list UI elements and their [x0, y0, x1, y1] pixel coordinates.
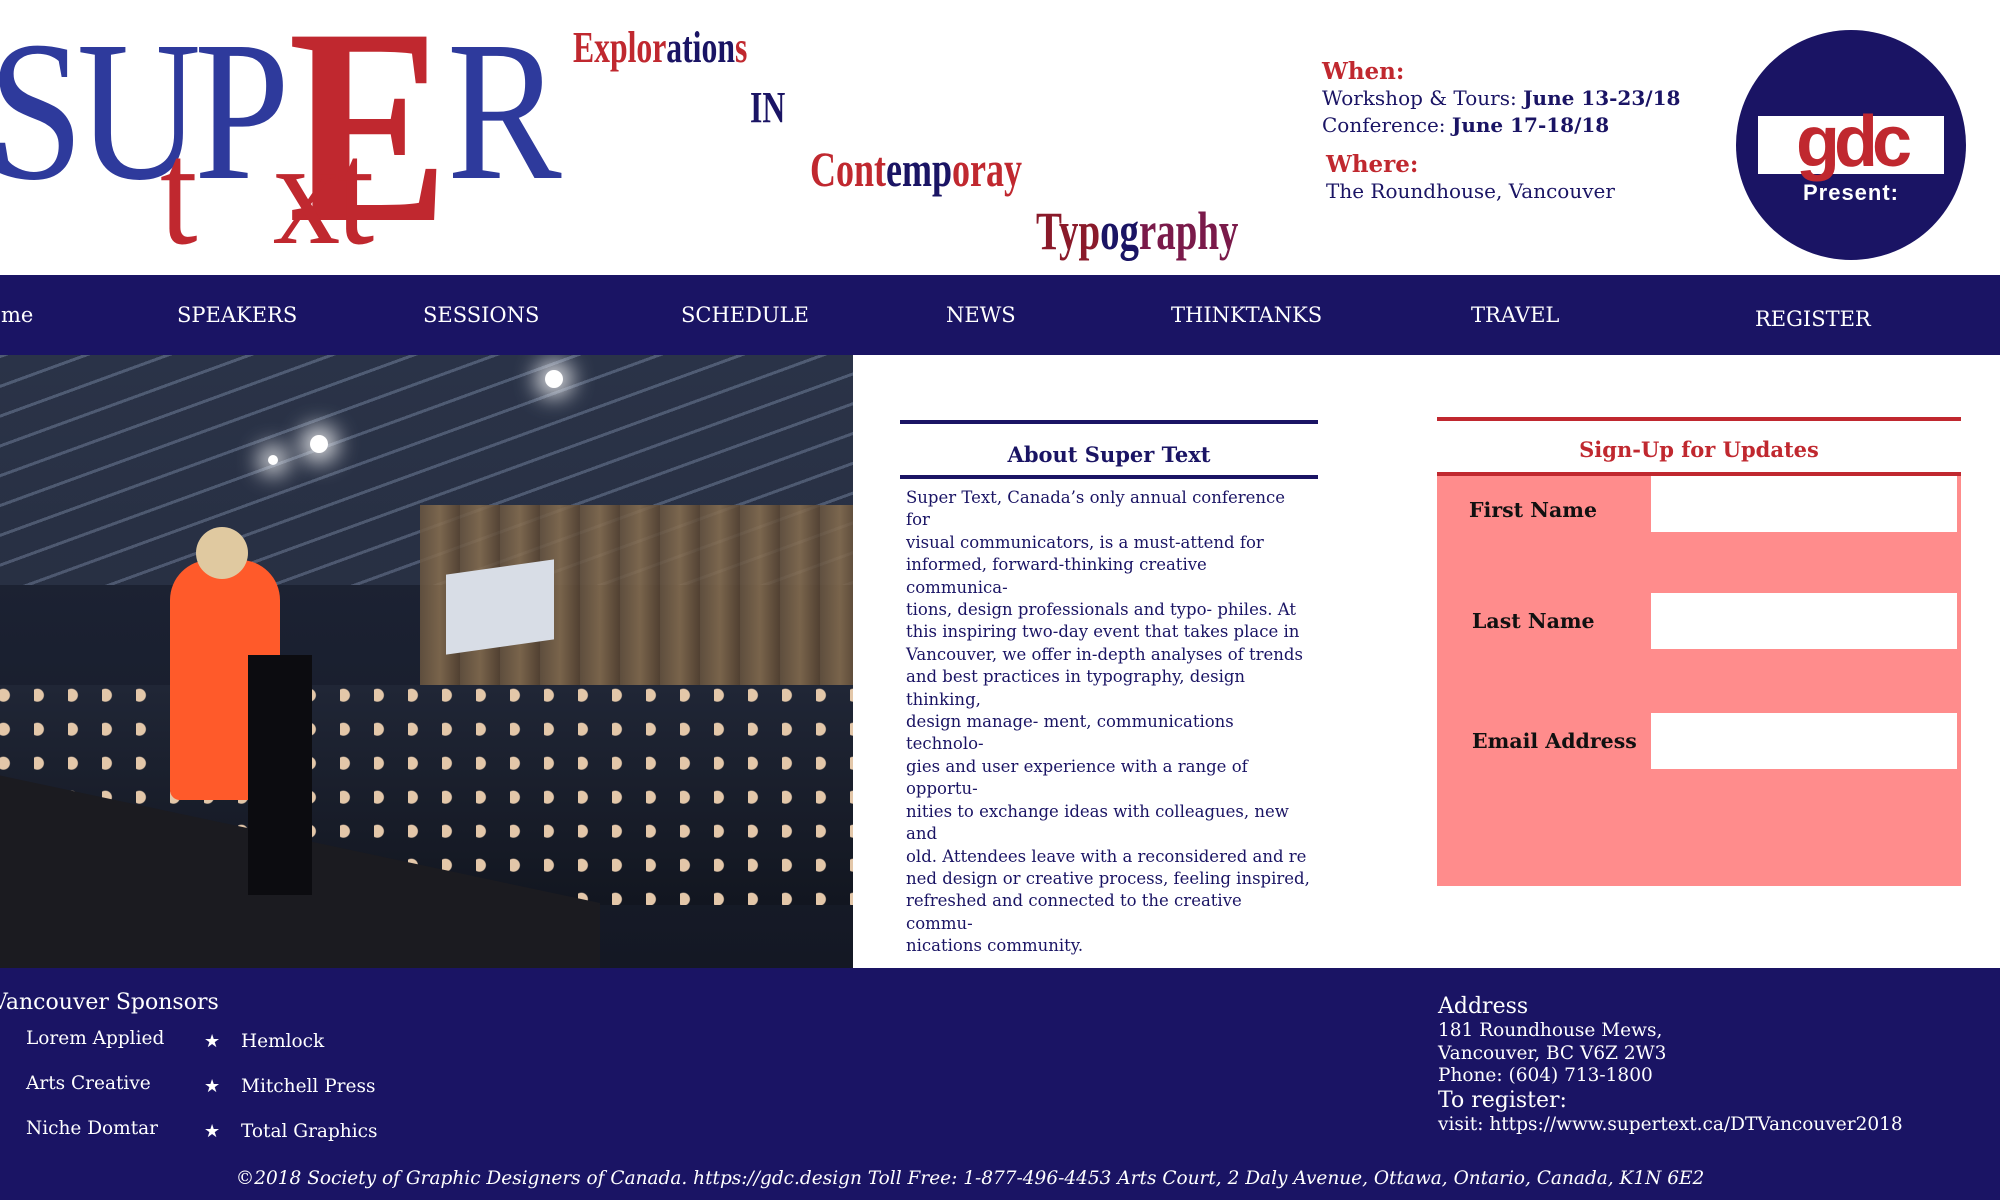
- copyright: ©2018 Society of Graphic Designers of Ca…: [235, 1168, 1705, 1189]
- workshop-label: Workshop & Tours:: [1322, 86, 1517, 110]
- register-heading: To register:: [1438, 1087, 1567, 1113]
- sponsor-item[interactable]: Arts Creative: [26, 1073, 151, 1094]
- last-name-field[interactable]: [1651, 593, 1957, 649]
- first-name-label: First Name: [1469, 498, 1598, 522]
- nav-item-news[interactable]: NEWS: [946, 275, 1016, 355]
- gdc-present-text: Present:: [1802, 180, 1900, 205]
- stage-light: [310, 435, 328, 453]
- sponsors-title: Vancouver Sponsors: [0, 990, 219, 1015]
- star-icon: ★: [204, 1076, 221, 1097]
- workshop-dates: June 13-23/18: [1523, 86, 1681, 110]
- last-name-label: Last Name: [1472, 609, 1595, 633]
- sponsor-item[interactable]: Mitchell Press: [241, 1076, 375, 1097]
- stage-light: [268, 455, 278, 465]
- gdc-logo-box: gdc: [1758, 106, 1944, 178]
- podium: [248, 655, 312, 895]
- nav-item-thinktanks[interactable]: THINKTANKS: [1171, 275, 1322, 355]
- conference-label: Conference:: [1322, 113, 1446, 137]
- sponsor-item[interactable]: Total Graphics: [241, 1121, 377, 1142]
- address-block: Address 181 Roundhouse Mews, Vancouver, …: [1438, 994, 1978, 1136]
- address-line2: Vancouver, BC V6Z 2W3: [1438, 1042, 1667, 1064]
- nav-item-home[interactable]: Home: [0, 275, 33, 355]
- about-section: About Super Text Super Text, Canada’s on…: [900, 420, 1318, 958]
- workshop-dates-line: Workshop & Tours: June 13-23/18: [1322, 85, 1742, 112]
- tagline-typography: Typography: [1036, 201, 1239, 261]
- sponsor-item[interactable]: Niche Domtar: [26, 1118, 158, 1139]
- nav-item-travel[interactable]: TRAVEL: [1471, 275, 1559, 355]
- email-address-label: Email Address: [1472, 729, 1637, 753]
- where-value: The Roundhouse, Vancouver: [1326, 179, 1615, 203]
- gdc-logo-text: gdc: [1795, 102, 1912, 182]
- conference-dates-line: Conference: June 17-18/18: [1322, 112, 1742, 139]
- gdc-logo-badge[interactable]: gdc Present:: [1736, 30, 1966, 260]
- signup-form: First Name Last Name Email Address: [1437, 476, 1961, 886]
- speaker-head: [196, 527, 248, 579]
- sponsor-item[interactable]: Hemlock: [241, 1031, 324, 1052]
- sponsor-item[interactable]: Lorem Applied: [26, 1028, 164, 1049]
- tagline-explorations: Explorations: [573, 23, 748, 72]
- hero-image: [0, 355, 853, 968]
- stage-light: [545, 370, 563, 388]
- tagline-contemporay: Contemporay: [810, 141, 1022, 197]
- signup-title: Sign-Up for Updates: [1579, 437, 1819, 462]
- address-heading: Address: [1438, 994, 1529, 1019]
- email-address-field[interactable]: [1651, 713, 1957, 769]
- site-footer: Vancouver Sponsors Lorem Applied Arts Cr…: [0, 968, 2000, 1200]
- signup-section: Sign-Up for Updates First Name Last Name…: [1437, 417, 1961, 886]
- site-header: SUPER tExt Explorations IN Contemporay T…: [0, 0, 2000, 275]
- when-label: When:: [1322, 58, 1405, 85]
- nav-item-sessions[interactable]: SESSIONS: [423, 275, 539, 355]
- where-label: Where:: [1326, 151, 1419, 178]
- first-name-field[interactable]: [1651, 476, 1957, 532]
- tagline-in: IN: [750, 83, 786, 132]
- address-line1: 181 Roundhouse Mews,: [1438, 1020, 1663, 1041]
- about-title: About Super Text: [1007, 442, 1211, 467]
- nav-item-schedule[interactable]: SCHEDULE: [681, 275, 809, 355]
- projection-screen: [446, 559, 554, 655]
- star-icon: ★: [204, 1031, 221, 1052]
- event-info: When: Workshop & Tours: June 13-23/18 Co…: [1322, 58, 1742, 205]
- conference-dates: June 17-18/18: [1451, 113, 1610, 137]
- phone: Phone: (604) 713-1800: [1438, 1065, 1653, 1086]
- main-nav: Home SPEAKERS SESSIONS SCHEDULE NEWS THI…: [0, 275, 2000, 355]
- nav-item-speakers[interactable]: SPEAKERS: [177, 275, 297, 355]
- nav-item-register[interactable]: REGISTER: [1755, 279, 1871, 359]
- about-body: Super Text, Canada’s only annual confere…: [906, 488, 1310, 956]
- register-link[interactable]: visit: https://www.supertext.ca/DTVancou…: [1438, 1114, 1978, 1137]
- star-icon: ★: [204, 1121, 221, 1142]
- logo-word-text: tExt: [160, 110, 374, 275]
